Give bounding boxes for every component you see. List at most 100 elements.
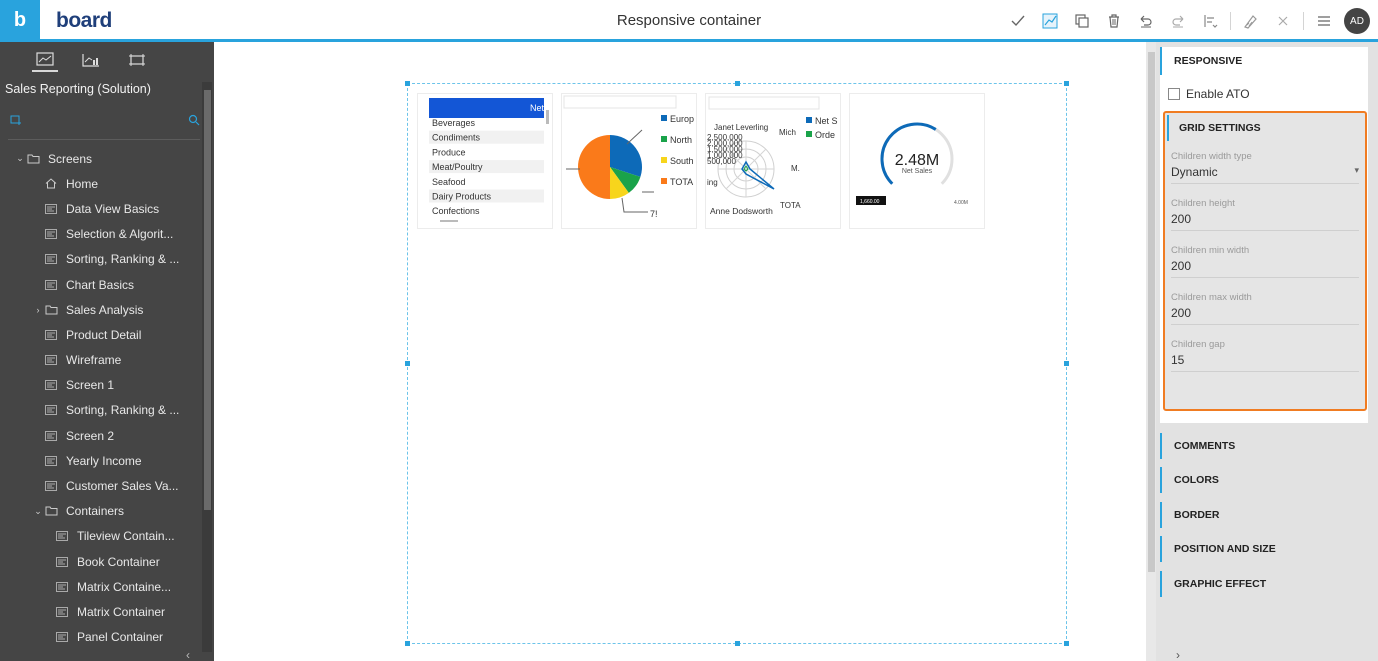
radar-legend-label[interactable]: Net S xyxy=(815,116,838,126)
copy-icon[interactable] xyxy=(1066,8,1098,34)
chevron-icon[interactable]: › xyxy=(33,305,43,315)
canvas-scrollbar[interactable] xyxy=(1146,42,1156,661)
grid-setting-input[interactable]: 200 xyxy=(1171,212,1359,231)
chart-edit-icon[interactable] xyxy=(1034,8,1066,34)
children-width-type-select[interactable]: Dynamic ▾ xyxy=(1171,165,1359,184)
properties-section-header[interactable]: POSITION AND SIZE xyxy=(1160,536,1368,563)
sidebar-scrollbar[interactable] xyxy=(202,82,212,652)
sidebar-item[interactable]: Panel Container xyxy=(0,625,202,650)
resize-handle[interactable] xyxy=(405,361,410,366)
grid-setting-input[interactable]: 15 xyxy=(1171,353,1359,372)
sidebar-item[interactable]: Tileview Contain... xyxy=(0,524,202,549)
table-scroll-thumb[interactable] xyxy=(546,110,549,124)
board-logo-icon[interactable]: b xyxy=(0,0,40,42)
sidebar-item[interactable]: ⌄ Screens xyxy=(0,146,202,171)
undo-icon[interactable] xyxy=(1130,8,1162,34)
collapse-sidebar-icon[interactable]: ‹ xyxy=(186,648,190,661)
sidebar-item[interactable]: Yearly Income xyxy=(0,448,202,473)
add-screen-icon[interactable] xyxy=(10,114,22,129)
sidebar-item[interactable]: Matrix Containe... xyxy=(0,574,202,599)
radar-chart-tile[interactable]: Janet Leverling Mich M. ing Anne Dodswor… xyxy=(705,93,841,229)
dropdown-caret-icon[interactable]: ▾ xyxy=(1354,165,1359,179)
properties-section-header[interactable]: BORDER xyxy=(1160,501,1368,528)
pie-callout-line xyxy=(621,197,648,213)
layout-tab-icon[interactable] xyxy=(124,48,150,72)
sidebar-item[interactable]: Screen 2 xyxy=(0,423,202,448)
dataview-tab-icon[interactable] xyxy=(78,48,104,72)
radar-legend-label[interactable]: Orde xyxy=(815,130,835,140)
enable-ato-checkbox[interactable] xyxy=(1168,88,1180,100)
align-icon[interactable] xyxy=(1194,8,1226,34)
grid-setting-input[interactable]: 200 xyxy=(1171,259,1359,278)
responsive-section-header[interactable]: RESPONSIVE xyxy=(1160,47,1368,75)
sidebar-item[interactable]: Product Detail xyxy=(0,322,202,347)
sidebar-item[interactable]: Customer Sales Va... xyxy=(0,473,202,498)
enable-ato-row[interactable]: Enable ATO xyxy=(1168,87,1250,101)
chevron-icon[interactable]: ⌄ xyxy=(15,153,25,164)
search-icon[interactable] xyxy=(188,114,200,129)
grid-setting-label: Children width type xyxy=(1171,151,1252,162)
resize-handle[interactable] xyxy=(1064,361,1069,366)
sidebar-item-label: Selection & Algorit... xyxy=(66,227,174,242)
properties-section-header[interactable]: COMMENTS xyxy=(1160,433,1368,459)
grid-settings-header[interactable]: GRID SETTINGS xyxy=(1167,115,1261,141)
pie-legend-label[interactable]: TOTA xyxy=(670,177,693,187)
sidebar-scroll-thumb[interactable] xyxy=(204,90,211,510)
expand-panel-icon[interactable]: › xyxy=(1176,648,1180,661)
table-hscroll-thumb[interactable] xyxy=(440,220,458,222)
format-painter-icon[interactable] xyxy=(1235,8,1267,34)
sidebar-item-label: Book Container xyxy=(77,554,160,569)
properties-section-header[interactable]: GRAPHIC EFFECT xyxy=(1160,570,1368,597)
sidebar-item-label: Wireframe xyxy=(66,353,122,368)
table-row[interactable]: Produce xyxy=(432,147,466,157)
folder-icon xyxy=(43,505,59,517)
table-row[interactable]: Dairy Products xyxy=(432,192,492,202)
resize-handle[interactable] xyxy=(735,641,740,646)
sidebar-item[interactable]: Chart Basics xyxy=(0,272,202,297)
sidebar-item[interactable]: Screen 1 xyxy=(0,373,202,398)
confirm-check-icon[interactable] xyxy=(1002,8,1034,34)
sidebar-item[interactable]: Home xyxy=(0,171,202,196)
chevron-icon[interactable]: ⌄ xyxy=(33,506,43,517)
delete-trash-icon[interactable] xyxy=(1098,8,1130,34)
table-row[interactable]: Seafood xyxy=(432,177,466,187)
sidebar-item[interactable]: Sorting, Ranking & ... xyxy=(0,247,202,272)
sidebar-item[interactable]: Matrix Container xyxy=(0,599,202,624)
sidebar-item[interactable]: Book Container xyxy=(0,549,202,574)
screen-canvas[interactable]: Net Beverages Condiments Produce Meat/Poult… xyxy=(214,42,1146,661)
grid-setting-input[interactable]: 200 xyxy=(1171,306,1359,325)
resize-handle[interactable] xyxy=(405,81,410,86)
sidebar-item[interactable]: ⌄ Containers xyxy=(0,499,202,524)
resize-handle[interactable] xyxy=(405,641,410,646)
sidebar-item[interactable]: Wireframe xyxy=(0,348,202,373)
sidebar-item[interactable]: Sorting, Ranking & ... xyxy=(0,398,202,423)
properties-section-header[interactable]: COLORS xyxy=(1160,467,1368,494)
sidebar-item[interactable]: Data View Basics xyxy=(0,196,202,221)
pie-slice[interactable] xyxy=(578,135,610,199)
hamburger-menu-icon[interactable] xyxy=(1308,8,1340,34)
canvas-scroll-thumb[interactable] xyxy=(1148,52,1155,572)
sidebar-item[interactable]: › Sales Analysis xyxy=(0,297,202,322)
user-avatar[interactable]: AD xyxy=(1344,8,1370,34)
sidebar-item-label: Data View Basics xyxy=(66,201,160,216)
table-row[interactable]: Beverages xyxy=(432,118,476,128)
table-row[interactable]: Condiments xyxy=(432,133,481,143)
resize-handle[interactable] xyxy=(735,81,740,86)
pie-legend-label[interactable]: Europ xyxy=(670,114,694,124)
sidebar-item-label: Home xyxy=(66,176,99,191)
grid-setting-label: Children height xyxy=(1171,198,1235,209)
redo-icon[interactable] xyxy=(1162,8,1194,34)
gauge-tile[interactable]: 2.48M Net Sales 1,660.00 4.00M xyxy=(849,93,985,229)
pie-legend-label[interactable]: South xyxy=(670,156,694,166)
resize-handle[interactable] xyxy=(1064,81,1069,86)
table-row[interactable]: Meat/Poultry xyxy=(432,162,483,172)
resize-handle[interactable] xyxy=(1064,641,1069,646)
pie-chart-tile[interactable]: 7! Europ North South TOTA xyxy=(561,93,697,229)
dataview-table-tile[interactable]: Net Beverages Condiments Produce Meat/Poult… xyxy=(417,93,553,229)
radar-chart: Janet Leverling Mich M. ing Anne Dodswor… xyxy=(707,96,838,216)
close-icon[interactable] xyxy=(1267,8,1299,34)
pie-legend-label[interactable]: North xyxy=(670,135,692,145)
table-row[interactable]: Confections xyxy=(432,206,480,216)
sidebar-item[interactable]: Selection & Algorit... xyxy=(0,222,202,247)
screens-tab-icon[interactable] xyxy=(32,48,58,72)
